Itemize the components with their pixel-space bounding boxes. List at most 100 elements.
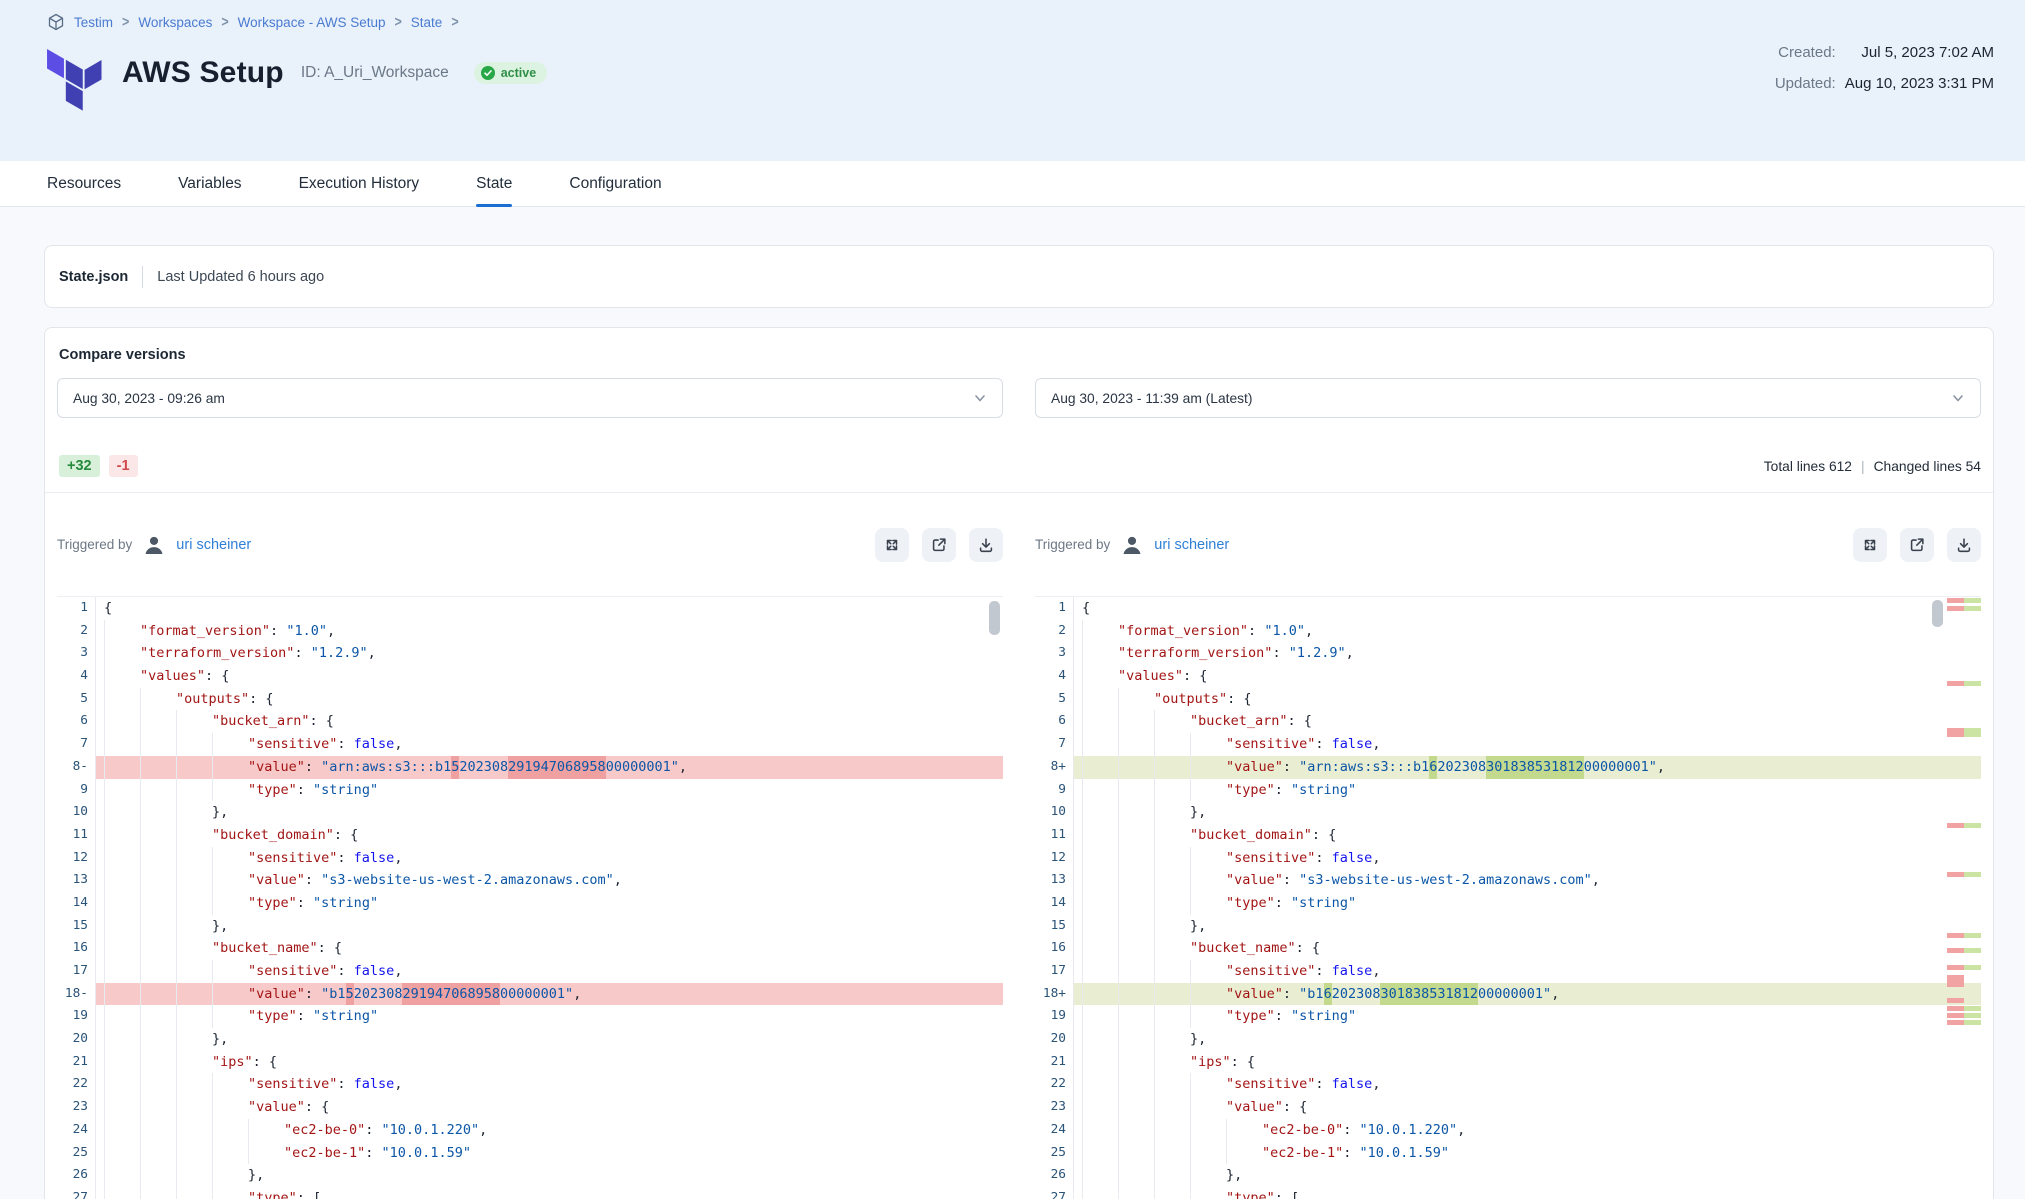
breadcrumb-link[interactable]: Testim [74,15,113,30]
open-external-button[interactable] [1900,528,1934,562]
indent-guides [104,779,248,802]
code-token: "string" [313,1005,378,1028]
code-token: : { [1283,1096,1307,1119]
indent-guides [1082,620,1118,643]
triggered-by-user[interactable]: uri scheiner [1154,537,1229,553]
code-line: 3"terraform_version": "1.2.9", [1035,642,1981,665]
code-token: "bucket_arn" [212,710,310,733]
minimap-marker [1947,998,1981,1003]
version-select-left[interactable]: Aug 30, 2023 - 09:26 am [57,378,1003,418]
download-icon [977,536,995,554]
code-token: : [337,1073,353,1096]
code-token: : [1275,779,1291,802]
tab-state[interactable]: State [476,161,512,206]
minimap-marker [1947,872,1981,877]
code-token: : { [249,688,273,711]
code-token: : { [1296,937,1320,960]
code-line: 21"ips": { [57,1051,1003,1074]
minimap-marker [1947,1020,1981,1025]
breadcrumb-link[interactable]: State [411,15,443,30]
code-token: "bucket_arn" [1190,710,1288,733]
indent-guides [104,642,140,665]
totals-separator: | [1861,459,1865,474]
indent-guides [1082,1028,1190,1051]
updated-label: Updated: [1775,75,1836,92]
download-button[interactable] [969,528,1003,562]
triggered-by-user[interactable]: uri scheiner [176,537,251,553]
code-token: "sensitive" [248,733,337,756]
code-token: "10.0.1.59" [1360,1142,1449,1165]
indent-guides [1082,960,1226,983]
code-token: }, [1226,1164,1242,1187]
code-line: 27"type": [ [57,1187,1003,1199]
line-number: 27 [57,1187,95,1199]
indent-guides [1082,1119,1262,1142]
breadcrumb-separator: > [122,14,129,30]
code-line: 27"type": [ [1035,1187,1981,1199]
diff-totals: Total lines 612 | Changed lines 54 [1764,459,1981,474]
code-token: , [1592,869,1600,892]
line-number: 27 [1035,1187,1073,1199]
code-line: 17"sensitive": false, [57,960,1003,983]
expand-button[interactable] [875,528,909,562]
version-select-right[interactable]: Aug 30, 2023 - 11:39 am (Latest) [1035,378,1981,418]
code-token: "outputs" [1154,688,1227,711]
compare-versions-label: Compare versions [59,347,1981,363]
breadcrumb-link[interactable]: Workspaces [138,15,212,30]
code-token: , [614,869,622,892]
scrollbar-thumb[interactable] [989,601,1000,635]
code-token: false [354,847,395,870]
code-token: "value" [1226,983,1283,1006]
indent-guides [1082,1142,1262,1165]
line-number: 14 [1035,892,1073,915]
code-token: false [1332,733,1373,756]
code-token: : [297,1005,313,1028]
tab-resources[interactable]: Resources [47,161,121,206]
line-number: 25 [1035,1142,1073,1165]
breadcrumb-link[interactable]: Workspace - AWS Setup [238,15,386,30]
tab-execution-history[interactable]: Execution History [299,161,420,206]
code-token: 00000001" [1584,756,1657,779]
version-select-right-value: Aug 30, 2023 - 11:39 am (Latest) [1051,391,1252,406]
line-number: 16 [57,937,95,960]
scrollbar-thumb[interactable] [1932,600,1943,627]
code-token: false [354,1073,395,1096]
code-token: "1.2.9" [1289,642,1346,665]
tab-configuration[interactable]: Configuration [569,161,661,206]
code-token: : { [1227,688,1251,711]
open-external-button[interactable] [922,528,956,562]
code-token: }, [1190,801,1206,824]
indent-guides [1082,1005,1226,1028]
code-line: 11"bucket_domain": { [57,824,1003,847]
line-number: 1 [1035,597,1073,620]
code-token: , [1457,1119,1465,1142]
indent-guides [104,1073,248,1096]
code-token: : [270,620,286,643]
code-line: 19"type": "string" [1035,1005,1981,1028]
code-token: "1.0" [286,620,327,643]
line-number: 18+ [1035,983,1073,1006]
tab-variables[interactable]: Variables [178,161,241,206]
line-number: 2 [57,620,95,643]
breadcrumb: Testim>Workspaces>Workspace - AWS Setup>… [47,13,459,31]
download-button[interactable] [1947,528,1981,562]
top-header: Testim>Workspaces>Workspace - AWS Setup>… [0,0,2025,161]
diff-minimap[interactable] [1947,597,1981,1199]
code-token: false [1332,1073,1373,1096]
indent-guides [104,1005,248,1028]
code-line: 9"type": "string" [1035,779,1981,802]
right-panel-header: Triggered by uri scheiner [1035,528,1981,562]
breadcrumb-items: Testim>Workspaces>Workspace - AWS Setup>… [74,15,459,30]
code-line: 5"outputs": { [1035,688,1981,711]
code-line: 24"ec2-be-0": "10.0.1.220", [1035,1119,1981,1142]
code-token: : [1283,869,1299,892]
expand-button[interactable] [1853,528,1887,562]
code-token: "value" [248,869,305,892]
code-token: "type" [1226,892,1275,915]
code-line: 24"ec2-be-0": "10.0.1.220", [57,1119,1003,1142]
code-token: , [327,620,335,643]
code-line: 20}, [57,1028,1003,1051]
triggered-by-label: Triggered by [1035,537,1110,552]
code-token: "sensitive" [1226,733,1315,756]
code-token: "s3-website-us-west-2.amazonaws.com" [1299,869,1592,892]
